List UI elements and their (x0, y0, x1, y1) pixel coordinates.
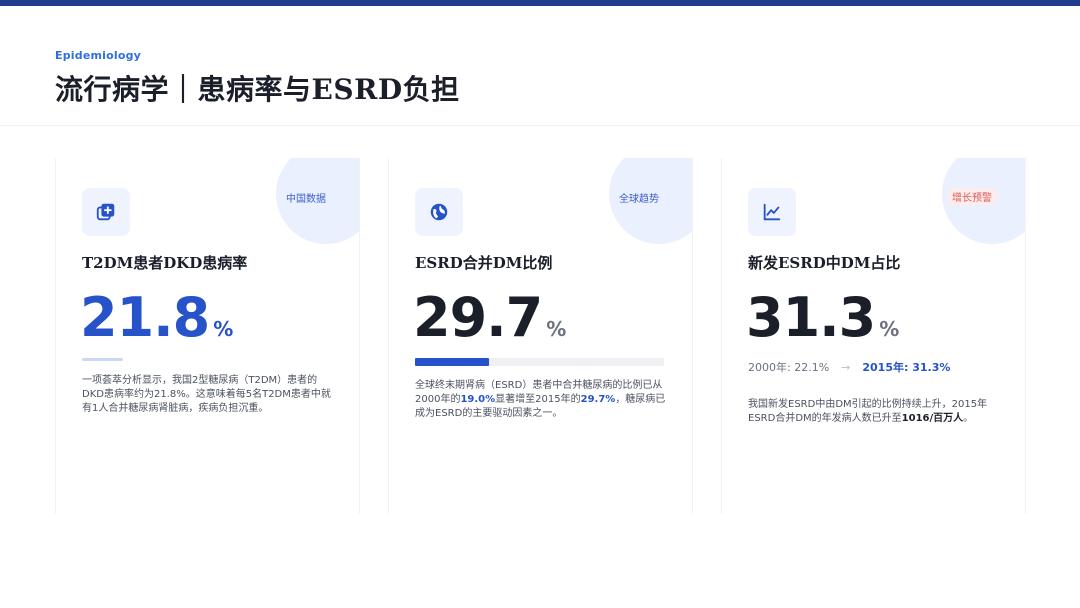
desc-highlight: 19.0% (460, 394, 496, 405)
desc-highlight: 29.7% (580, 394, 616, 405)
compare-to: 2015年: 31.3% (862, 361, 951, 374)
desc-text: 显著增至2015年的 (495, 394, 581, 405)
card-title: T2DM患者DKD患病率 (82, 254, 248, 272)
card-description: 一项荟萃分析显示，我国2型糖尿病（T2DM）患者的DKD患病率约为21.8%。这… (82, 375, 331, 414)
progress-fill (415, 358, 489, 366)
medical-plus-icon (82, 188, 130, 236)
stat-number: 29.7 (413, 286, 543, 349)
desc-highlight: 1016/百万人 (901, 413, 964, 424)
stat-unit: % (546, 317, 567, 341)
stat-value: 31.3% (746, 286, 899, 349)
stat-unit: % (213, 317, 234, 341)
stat-value: 29.7% (413, 286, 566, 349)
stat-number: 31.3 (746, 286, 876, 349)
accent-divider (82, 358, 123, 361)
stat-card-new-esrd-dm-share: 增长预警 新发ESRD中DM占比 31.3% 2000年: 22.1% → 2015… (721, 158, 1026, 514)
globe-icon (415, 188, 463, 236)
card-tag: 全球趋势 (619, 194, 659, 205)
arrow-right-icon: → (841, 361, 851, 374)
year-comparison: 2000年: 22.1% → 2015年: 31.3% (748, 359, 950, 375)
stat-number: 21.8 (80, 286, 210, 349)
warning-tag: 增长预警 (948, 188, 996, 205)
stat-card-dkd-prevalence: 中国数据 T2DM患者DKD患病率 21.8% 一项荟萃分析显示，我国2型糖尿病… (55, 158, 360, 514)
card-title: ESRD合并DM比例 (415, 254, 553, 272)
card-description: 全球终末期肾病（ESRD）患者中合并糖尿病的比例已从2000年的19.0%显著增… (415, 379, 670, 421)
page-title: 流行病学｜患病率与ESRD负担 (55, 73, 460, 106)
card-description: 我国新发ESRD中由DM引起的比例持续上升，2015年ESRD合并DM的年发病人… (748, 398, 1003, 426)
page-header: Epidemiology 流行病学｜患病率与ESRD负担 (0, 6, 1080, 126)
card-title: 新发ESRD中DM占比 (748, 254, 901, 272)
section-eyebrow: Epidemiology (55, 49, 142, 62)
progress-bar (415, 358, 664, 366)
desc-text: 。 (963, 413, 974, 424)
compare-from: 2000年: 22.1% (748, 361, 830, 374)
stat-unit: % (879, 317, 900, 341)
line-chart-icon (748, 188, 796, 236)
stat-value: 21.8% (80, 286, 233, 349)
stat-card-esrd-dm-ratio: 全球趋势 ESRD合并DM比例 29.7% 全球终末期肾病（ESRD）患者中合并… (388, 158, 693, 514)
card-tag: 中国数据 (286, 194, 326, 205)
